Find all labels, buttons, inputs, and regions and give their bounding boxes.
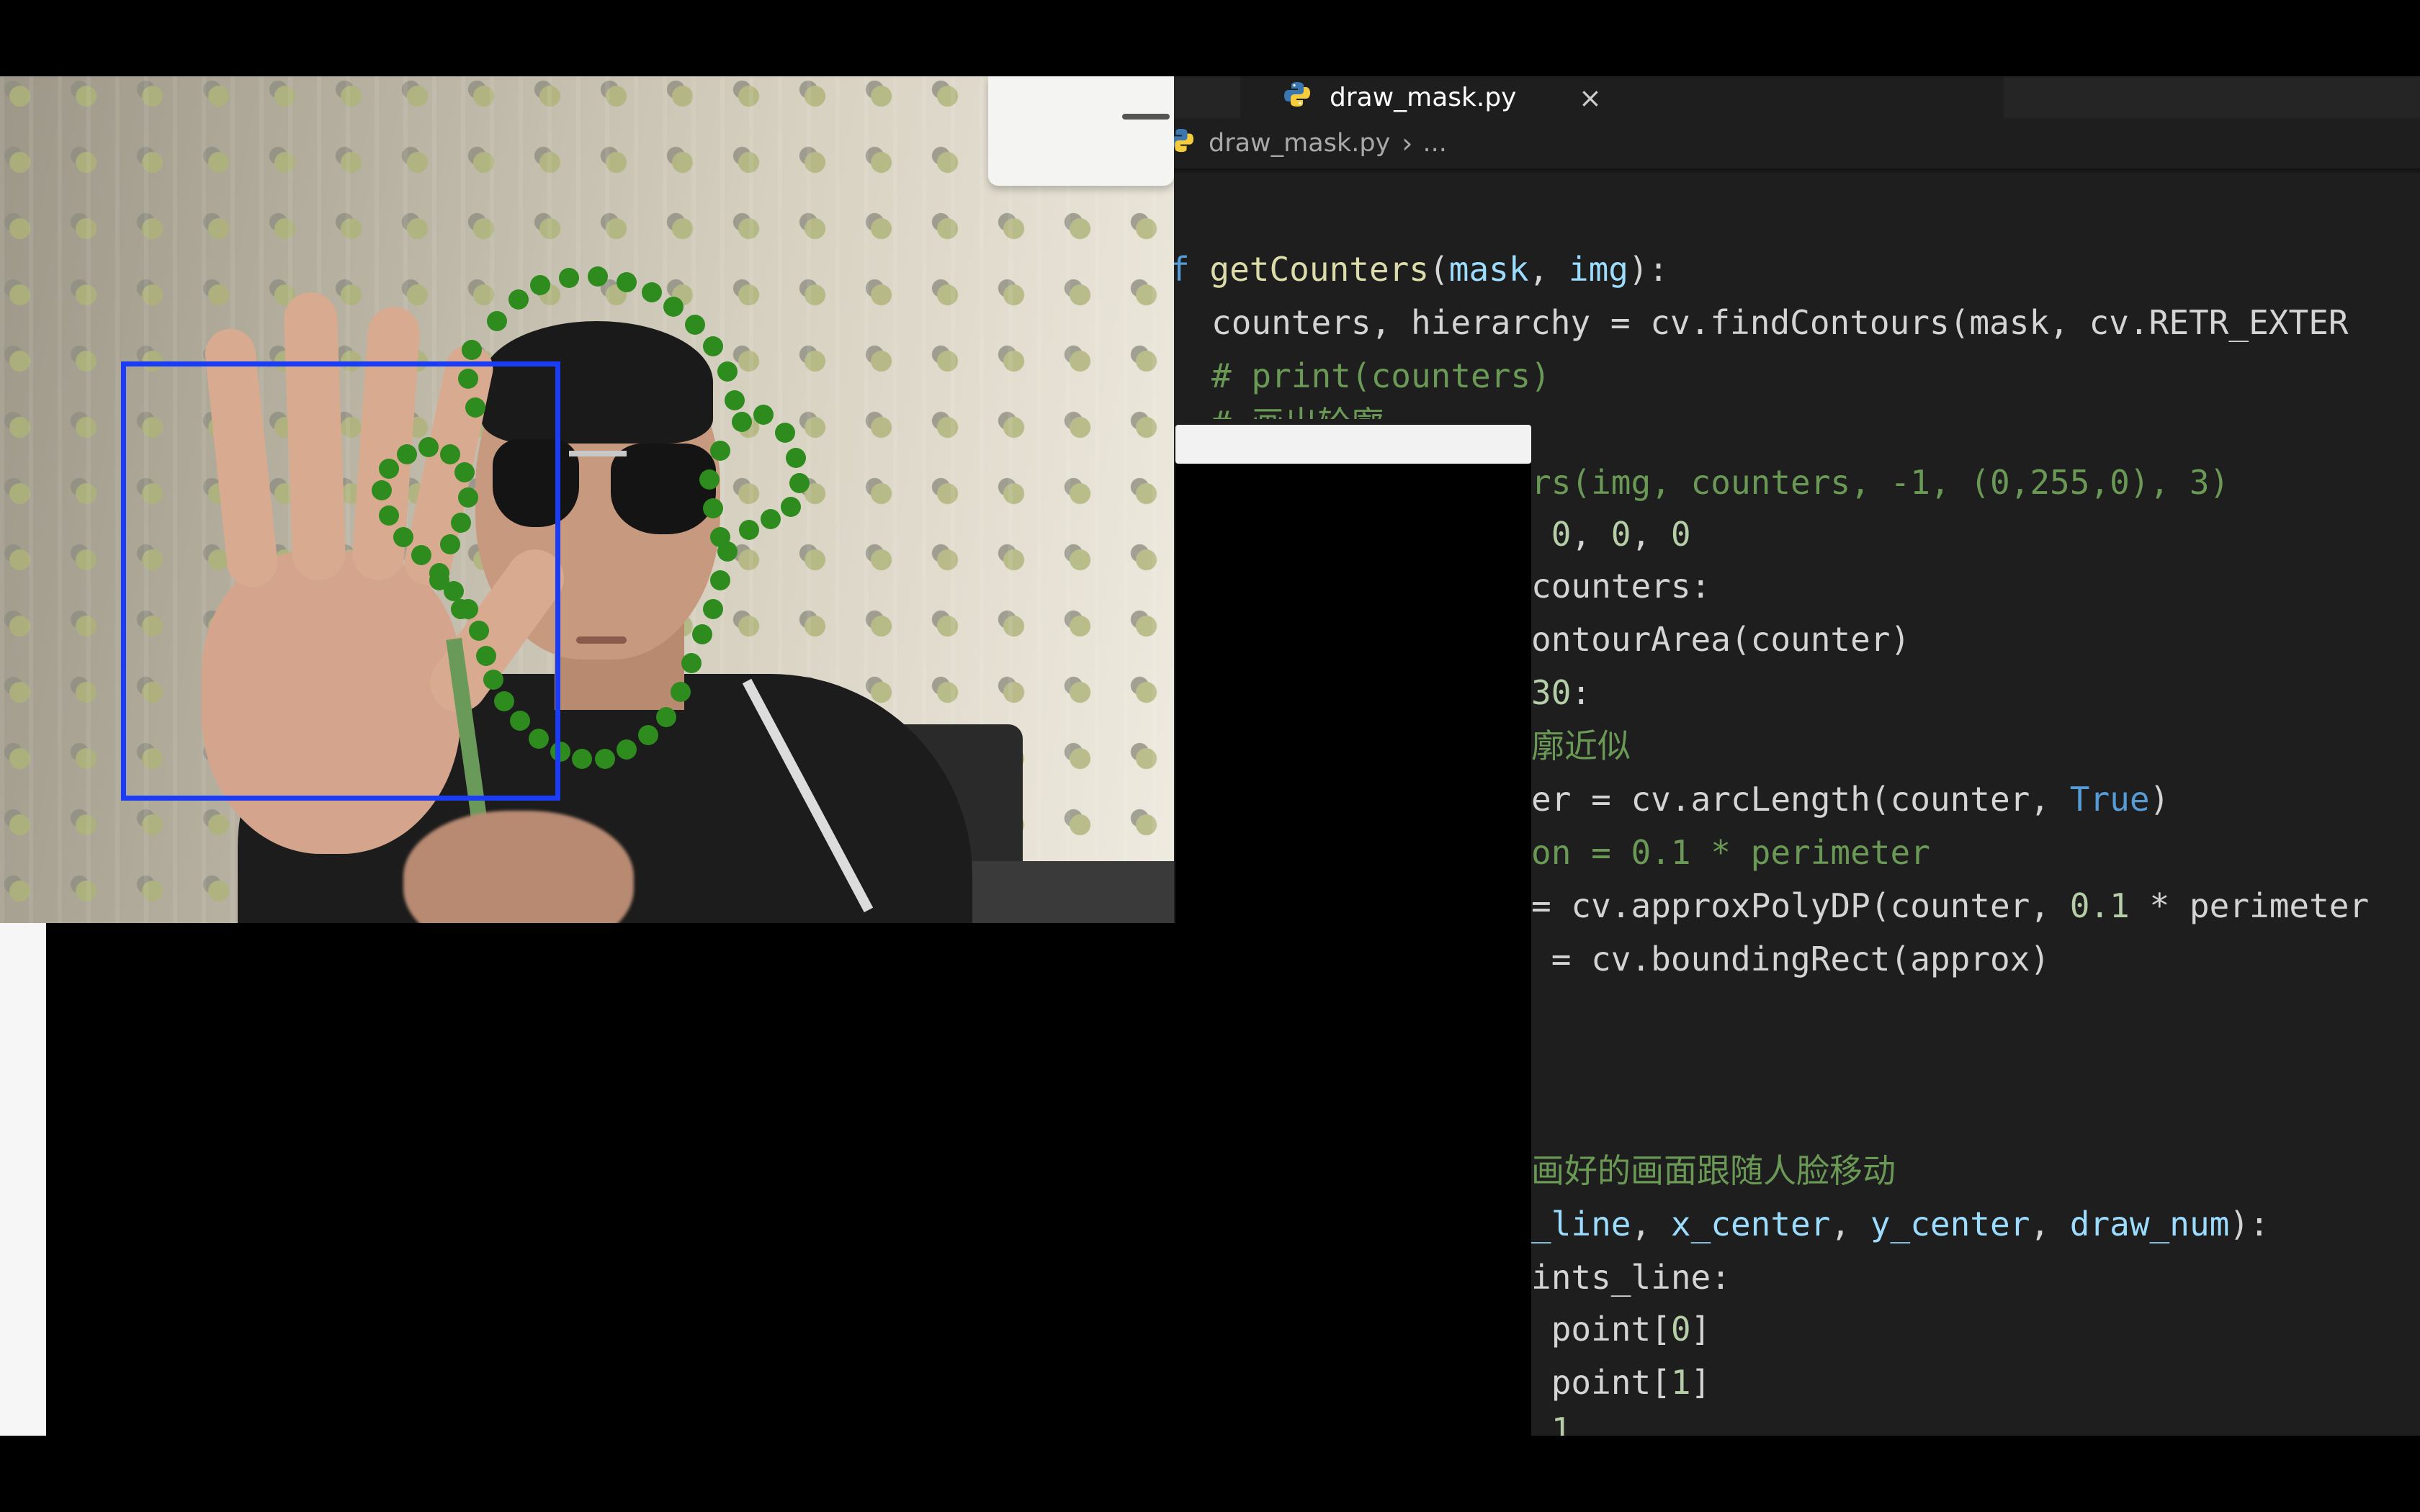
code-token: 0	[1670, 515, 1691, 554]
popup-window-body	[1175, 464, 1531, 1436]
code-token: mask	[1448, 250, 1529, 289]
code-token: f	[1174, 250, 1190, 289]
code-line: 30:	[1531, 673, 1592, 712]
code-line: 廓近似	[1531, 726, 1631, 765]
code-token: img	[1568, 250, 1629, 289]
code-line: 1	[1531, 1408, 1572, 1436]
hand-bounding-box	[121, 361, 560, 801]
code-token: x_center	[1670, 1205, 1831, 1243]
code-line: _line, x_center, y_center, draw_num):	[1531, 1205, 2269, 1243]
code-token: 1	[1551, 1410, 1572, 1436]
window-edge	[0, 923, 46, 1436]
code-line: counters, hierarchy = cv.findContours(ma…	[1211, 303, 2349, 342]
code-line: rs(img, counters, -1, (0,255,0), 3)	[1531, 461, 2229, 504]
code-token: _line	[1531, 1205, 1631, 1243]
code-token: y_center	[1870, 1205, 2030, 1243]
webcam-view	[0, 76, 1174, 923]
code-token: draw_num	[2069, 1205, 2230, 1243]
bottom-black-bar	[0, 1436, 2420, 1512]
code-line: = cv.boundingRect(approx)	[1531, 940, 2051, 978]
code-token: getCounters	[1209, 250, 1430, 289]
code-token: True	[2069, 780, 2150, 819]
code-line: on = 0.1 * perimeter	[1531, 833, 1930, 872]
code-line: point[1]	[1531, 1363, 1711, 1402]
code-token: 0.1	[2069, 886, 2130, 925]
code-line: ints_line:	[1531, 1258, 1731, 1297]
code-token: 0	[1610, 515, 1631, 554]
code-line: 0, 0, 0	[1551, 515, 1691, 554]
code-line: er = cv.arcLength(counter, True)	[1531, 780, 2170, 819]
code-token: 30	[1531, 673, 1572, 712]
code-token: rs(img, counters, -1, (0,255,0), 3)	[1531, 463, 2230, 502]
code-line: # print(counters)	[1211, 356, 1551, 395]
code-line: 画好的画面跟随人脸移动	[1531, 1151, 1896, 1190]
code-line: = cv.approxPolyDP(counter, 0.1 * perimet…	[1531, 886, 2370, 925]
camera-window-empty-area	[46, 923, 1175, 1436]
code-line: f getCounters(mask, img):	[1174, 248, 1668, 291]
code-token: 1	[1670, 1363, 1691, 1402]
code-line: ontourArea(counter)	[1531, 620, 1911, 659]
code-line: point[0]	[1531, 1310, 1711, 1349]
top-black-bar	[0, 0, 2420, 76]
popup-window-titlebar[interactable]	[1175, 425, 1531, 464]
code-token: 0	[1551, 515, 1572, 554]
code-token: 0	[1670, 1310, 1691, 1349]
code-line: counters:	[1531, 567, 1711, 606]
